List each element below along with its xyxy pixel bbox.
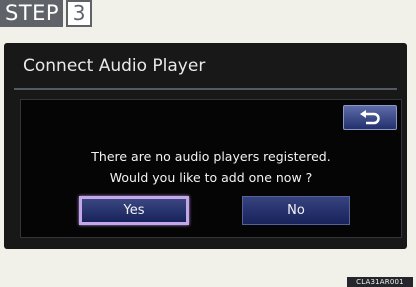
- step-label: STEP: [0, 0, 64, 27]
- no-button[interactable]: No: [242, 196, 350, 225]
- message-line-2: Would you like to add one now ?: [109, 170, 313, 185]
- screen-title: Connect Audio Player: [23, 56, 206, 76]
- message-line-1: There are no audio players registered.: [91, 149, 331, 164]
- return-arrow-icon: [360, 110, 380, 125]
- display-screen: Connect Audio Player There are no audio …: [4, 43, 407, 249]
- dialog-message: There are no audio players registered. W…: [21, 146, 401, 188]
- image-code: CLA31AR001: [347, 277, 413, 287]
- title-divider: [14, 88, 397, 90]
- yes-button[interactable]: Yes: [79, 196, 189, 225]
- back-button[interactable]: [343, 105, 397, 130]
- step-indicator: STEP 3: [0, 0, 93, 27]
- confirmation-dialog: There are no audio players registered. W…: [20, 99, 402, 238]
- step-number: 3: [66, 0, 93, 27]
